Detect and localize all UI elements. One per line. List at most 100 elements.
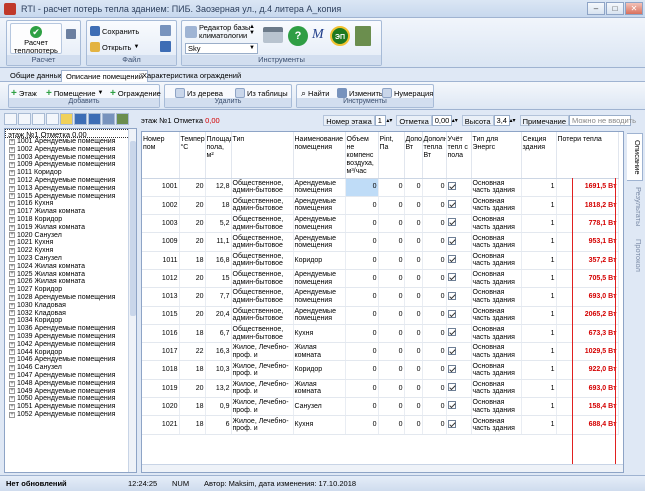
cell-addh[interactable]: 0 — [422, 178, 447, 197]
table-row[interactable]: 1011 18 16,8 Общественное, админ-бытовое Кор… — [142, 251, 619, 270]
expand-node-icon[interactable]: + — [9, 396, 15, 403]
tree-item[interactable]: +1039 Арендуемые помещения — [5, 333, 136, 341]
cell-temp[interactable]: 20 — [179, 196, 206, 216]
cell-energy[interactable]: Основная часть здания — [471, 269, 522, 289]
cell-name[interactable]: Арендуемые помещения — [293, 306, 346, 325]
cell-name[interactable]: Арендуемые помещения — [293, 287, 346, 307]
mathcad-icon[interactable]: M — [312, 27, 324, 43]
cell-vol[interactable]: 0 — [345, 269, 379, 289]
cell-area[interactable]: 5,2 — [205, 214, 232, 234]
checkbox[interactable] — [447, 218, 456, 227]
paste-icon[interactable] — [46, 113, 59, 125]
cell-loss[interactable]: 1029,5 Вт — [556, 342, 619, 362]
cell-vol[interactable]: 0 — [345, 232, 379, 252]
cell-name[interactable]: Коридор — [293, 251, 346, 270]
cell-num[interactable]: 1020 — [142, 397, 180, 417]
cell-add[interactable]: 0 — [404, 232, 423, 252]
tab-enclosures[interactable]: Характеристика ограждений — [138, 70, 245, 82]
cell-vol[interactable]: 0 — [345, 379, 379, 399]
cell-pint[interactable]: 0 — [378, 196, 405, 216]
cell-loss[interactable]: 705,5 Вт — [556, 269, 619, 289]
tree-item[interactable]: +1049 Арендуемые помещения — [5, 388, 136, 396]
cell-sect[interactable]: 1 — [521, 269, 557, 289]
cell-addh[interactable]: 0 — [422, 379, 447, 399]
cell-energy[interactable]: Основная часть здания — [471, 214, 522, 234]
mark-spinner[interactable]: ▴▾ — [452, 117, 458, 124]
expand-node-icon[interactable]: + — [9, 310, 15, 317]
column-header[interactable]: Тип для Энергс — [471, 132, 522, 179]
cell-vol[interactable]: 0 — [345, 178, 379, 197]
tree-item[interactable]: +1051 Арендуемые помещения — [5, 403, 136, 411]
checkbox[interactable] — [447, 200, 456, 209]
cell-add[interactable]: 0 — [404, 397, 423, 417]
cell-addh[interactable]: 0 — [422, 232, 447, 252]
tree-item[interactable]: +1018 Коридор — [5, 216, 136, 224]
tab-rooms[interactable]: Описание помещений — [61, 70, 148, 82]
tree-item[interactable]: +1015 Арендуемые помещения — [5, 193, 136, 201]
cell-temp[interactable]: 20 — [179, 178, 206, 197]
energy-icon[interactable]: ЭП — [330, 26, 350, 46]
cell-area[interactable]: 16,3 — [205, 342, 232, 362]
cell-add[interactable]: 0 — [404, 196, 423, 216]
tree-item[interactable]: +1026 Жилая комната — [5, 278, 136, 286]
cell-name[interactable]: Кухня — [293, 324, 346, 344]
cell-type[interactable]: Общественное, админ-бытовое — [231, 214, 294, 234]
cell-type[interactable]: Жилое, Лечебно-проф. и — [231, 397, 294, 417]
tree-item[interactable]: +1023 Санузел — [5, 255, 136, 263]
minimize-button[interactable]: – — [587, 2, 605, 15]
mark-field[interactable]: 0,00 — [431, 114, 452, 126]
cell-sect[interactable]: 1 — [521, 324, 557, 344]
cell-pint[interactable]: 0 — [378, 232, 405, 252]
maximize-button[interactable]: □ — [606, 2, 624, 15]
cell-addh[interactable]: 0 — [422, 415, 447, 435]
save-button[interactable]: Сохранить — [90, 25, 139, 37]
theme-combo[interactable]: Sky ▼ — [185, 43, 258, 54]
checkbox[interactable] — [447, 273, 456, 282]
collapse-icon[interactable] — [18, 113, 31, 125]
cell-addh[interactable]: 0 — [422, 251, 447, 270]
tree-item[interactable]: +1009 Арендуемые помещения — [5, 161, 136, 169]
table-row[interactable]: 1020 18 0,9 Жилое, Лечебно-проф. и Санузел 0 0… — [142, 397, 619, 417]
floor-num-spinner[interactable]: ▴▾ — [386, 117, 392, 124]
tree-scrollbar[interactable] — [128, 129, 136, 472]
cell-area[interactable]: 0,9 — [205, 397, 232, 417]
exit-icon[interactable] — [355, 26, 371, 46]
expand-node-icon[interactable]: + — [9, 224, 15, 231]
checkbox[interactable] — [447, 328, 456, 337]
cell-energy[interactable]: Основная часть здания — [471, 397, 522, 417]
cell-type[interactable]: Общественное, админ-бытовое — [231, 178, 294, 197]
expand-node-icon[interactable]: + — [9, 271, 15, 278]
cell-type[interactable]: Общественное, админ-бытовое — [231, 196, 294, 216]
tree-item[interactable]: +1030 Кладовая — [5, 302, 136, 310]
cell-num[interactable]: 1021 — [142, 415, 180, 435]
expand-node-icon[interactable]: + — [9, 154, 15, 161]
cell-pint[interactable]: 0 — [378, 324, 405, 344]
cell-loss[interactable]: 778,1 Вт — [556, 214, 619, 234]
cell-energy[interactable]: Основная часть здания — [471, 360, 522, 380]
cell-energy[interactable]: Основная часть здания — [471, 251, 522, 270]
tree-item[interactable]: +1013 Арендуемые помещения — [5, 185, 136, 193]
floor-num-field[interactable]: 1 — [374, 114, 387, 126]
tree-root[interactable]: этаж №1 Отметка 0,00 — [5, 129, 136, 139]
floor-heat-checkbox-cell[interactable] — [446, 232, 472, 252]
save-icon[interactable] — [102, 113, 115, 125]
cell-sect[interactable]: 1 — [521, 360, 557, 380]
tree-item[interactable]: +1046 Санузел — [5, 364, 136, 372]
cell-add[interactable]: 0 — [404, 415, 423, 435]
floor-heat-checkbox-cell[interactable] — [446, 178, 472, 197]
tree-item[interactable]: +1019 Жилая комната — [5, 224, 136, 232]
cell-sect[interactable]: 1 — [521, 379, 557, 399]
tree-item[interactable]: +1001 Арендуемые помещения — [5, 138, 136, 146]
expand-node-icon[interactable]: + — [9, 318, 15, 325]
cell-type[interactable]: Общественное, админ-бытовое — [231, 306, 294, 325]
settings-icon[interactable] — [66, 29, 76, 39]
cell-sect[interactable]: 1 — [521, 306, 557, 325]
cell-sect[interactable]: 1 — [521, 287, 557, 307]
cell-energy[interactable]: Основная часть здания — [471, 287, 522, 307]
expand-node-icon[interactable]: + — [9, 232, 15, 239]
tree-item[interactable]: +1052 Арендуемые помещения — [5, 411, 136, 419]
expand-icon[interactable] — [4, 113, 17, 125]
cell-type[interactable]: Жилое, Лечебно-проф. и — [231, 379, 294, 399]
tree-item[interactable]: +1017 Жилая комната — [5, 208, 136, 216]
cell-name[interactable]: Жилая комната — [293, 342, 346, 362]
